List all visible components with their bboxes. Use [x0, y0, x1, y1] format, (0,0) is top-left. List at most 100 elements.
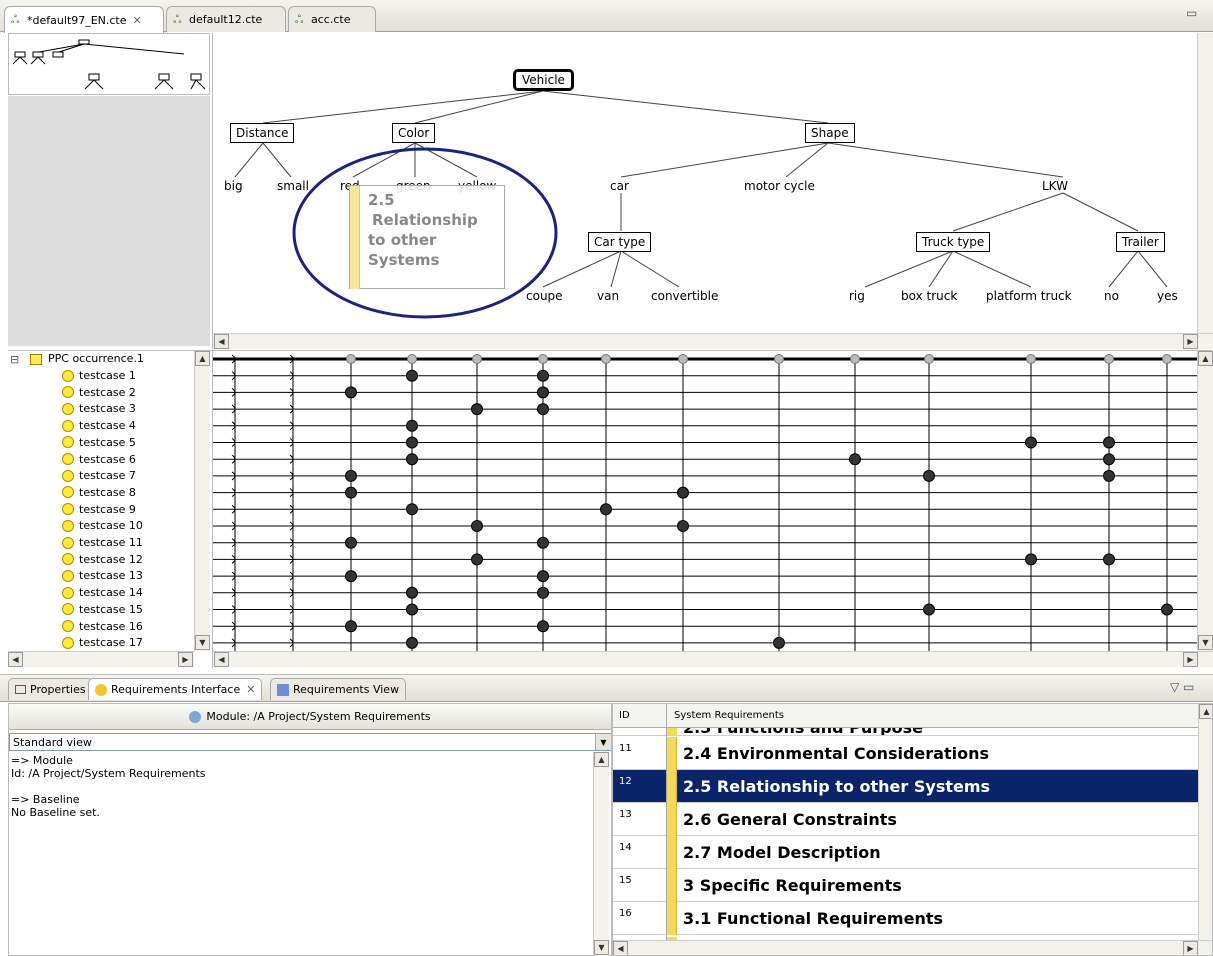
requirement-text: 2.6 General Constraints — [683, 810, 897, 829]
testcase-icon — [62, 586, 74, 599]
scroll-right-icon[interactable]: ▶ — [1183, 334, 1198, 349]
view-menu-icon[interactable]: ▽ ▭ — [1170, 680, 1194, 694]
tab-default12[interactable]: ஃ default12.cte — [166, 6, 286, 32]
requirements-horizontal-scrollbar[interactable]: ◀ ▶ — [613, 940, 1212, 955]
testcase-item[interactable]: testcase 12 — [62, 551, 143, 568]
requirement-row[interactable]: 13 2.6 General Constraints — [613, 803, 1199, 836]
class-platform-truck[interactable]: platform truck — [986, 289, 1072, 303]
class-big[interactable]: big — [224, 179, 243, 193]
tab-requirements-view[interactable]: Requirements View — [270, 678, 407, 700]
scroll-down-icon[interactable]: ▼ — [195, 635, 210, 650]
combination-mark — [1103, 453, 1115, 466]
testcase-item[interactable]: testcase 14 — [62, 584, 143, 601]
scroll-right-icon[interactable]: ▶ — [178, 652, 193, 667]
requirement-row[interactable]: 11 2.4 Environmental Considerations — [613, 737, 1199, 770]
scroll-left-icon[interactable]: ◀ — [214, 334, 229, 349]
testcase-item[interactable]: testcase 6 — [62, 451, 136, 468]
class-box-truck[interactable]: box truck — [901, 289, 957, 303]
testcase-vertical-scrollbar[interactable]: ▲ ▼ — [194, 351, 210, 651]
class-convertible[interactable]: convertible — [651, 289, 718, 303]
testcase-horizontal-scrollbar[interactable]: ◀ ▶ — [8, 651, 194, 667]
scroll-down-icon[interactable]: ▼ — [1198, 635, 1213, 650]
close-icon[interactable]: ✕ — [246, 683, 255, 696]
testcase-item[interactable]: testcase 15 — [62, 601, 143, 618]
collapse-icon[interactable]: ⊟ — [10, 353, 19, 366]
requirement-row[interactable]: 12 2.5 Relationship to other Systems — [613, 770, 1199, 803]
requirement-text: 2.4 Environmental Considerations — [683, 744, 989, 763]
composition-car-type[interactable]: Car type — [588, 232, 652, 252]
tab-properties[interactable]: Properties — [8, 678, 93, 700]
composition-trailer[interactable]: Trailer — [1116, 232, 1165, 252]
tab-default97[interactable]: ஃ *default97_EN.cte ✕ — [4, 6, 164, 33]
requirements-table[interactable]: ID System Requirements 2.3 Functions and… — [612, 703, 1213, 956]
scroll-left-icon[interactable]: ◀ — [8, 652, 23, 667]
testcase-item[interactable]: testcase 4 — [62, 417, 136, 434]
column-requirements-header[interactable]: System Requirements — [668, 704, 1199, 728]
close-icon[interactable]: ✕ — [133, 14, 142, 27]
column-id-header[interactable]: ID — [613, 704, 667, 728]
tree-horizontal-scrollbar[interactable]: ◀ ▶ — [213, 333, 1213, 349]
column-head-marker — [924, 354, 934, 364]
tab-requirements-interface[interactable]: Requirements Interface ✕ — [88, 678, 263, 700]
scroll-left-icon[interactable]: ◀ — [214, 652, 229, 667]
scroll-up-icon[interactable]: ▲ — [1198, 351, 1213, 366]
module-header[interactable]: Module: /A Project/System Requirements — [9, 704, 611, 730]
combination-vertical-scrollbar[interactable]: ▲ ▼ — [1197, 351, 1213, 651]
composition-shape[interactable]: Shape — [805, 123, 855, 143]
scroll-up-icon[interactable]: ▲ — [1199, 704, 1212, 719]
view-select[interactable]: Standard view ▼ — [9, 733, 611, 751]
highlight-ellipse — [292, 147, 558, 319]
combination-mark — [345, 469, 357, 482]
combination-table[interactable]: ▲ ▼ ◀ ▶ — [212, 350, 1213, 668]
class-van[interactable]: van — [597, 289, 619, 303]
testcase-item[interactable]: testcase 10 — [62, 517, 143, 534]
requirement-row[interactable]: 16 3.1 Functional Requirements — [613, 902, 1199, 935]
module-vertical-scrollbar[interactable]: ▲ ▼ — [593, 752, 609, 956]
root-node[interactable]: Vehicle — [513, 69, 574, 91]
testcase-item[interactable]: testcase 5 — [62, 434, 136, 451]
class-car[interactable]: car — [610, 179, 629, 193]
composition-distance[interactable]: Distance — [230, 123, 295, 143]
class-lkw[interactable]: LKW — [1042, 179, 1068, 193]
classification-tree-canvas[interactable]: Vehicle Distance Color Shape Car type Tr… — [212, 33, 1213, 349]
dropdown-arrow-icon[interactable]: ▼ — [595, 734, 611, 750]
requirement-row[interactable]: 14 2.7 Model Description — [613, 836, 1199, 869]
testcase-tree[interactable]: ⊟ PPC occurrence.1 testcase 1 testcase 2t… — [8, 350, 212, 670]
scroll-up-icon[interactable]: ▲ — [594, 752, 609, 767]
combination-mark — [1025, 553, 1037, 566]
testcase-item[interactable]: testcase 3 — [62, 400, 136, 417]
combination-mark — [345, 386, 357, 399]
testcase-item[interactable]: testcase 9 — [62, 501, 136, 518]
requirements-vertical-scrollbar[interactable]: ▲ — [1198, 704, 1212, 940]
class-yes[interactable]: yes — [1157, 289, 1178, 303]
requirement-id: 12 — [619, 776, 632, 787]
scroll-right-icon[interactable]: ▶ — [1183, 941, 1198, 955]
composition-color[interactable]: Color — [392, 123, 436, 143]
class-rig[interactable]: rig — [849, 289, 865, 303]
minimize-icon[interactable]: ▭ — [1186, 6, 1197, 20]
composition-truck-type[interactable]: Truck type — [916, 232, 991, 252]
testcase-item[interactable]: testcase 7 — [62, 467, 136, 484]
testcase-item[interactable]: testcase 16 — [62, 618, 143, 635]
testcase-item[interactable]: testcase 17 — [62, 634, 143, 651]
tab-acc[interactable]: ஃ acc.cte — [288, 6, 376, 32]
testcase-item[interactable]: testcase 1 — [62, 367, 136, 384]
requirement-row[interactable]: 15 3 Specific Requirements — [613, 869, 1199, 902]
class-no[interactable]: no — [1104, 289, 1119, 303]
testcase-item[interactable]: testcase 8 — [62, 484, 136, 501]
testcase-item[interactable]: testcase 13 — [62, 567, 143, 584]
scroll-up-icon[interactable]: ▲ — [195, 351, 210, 366]
testcase-item[interactable]: testcase 2 — [62, 384, 136, 401]
tree-overview[interactable] — [8, 33, 210, 95]
combination-horizontal-scrollbar[interactable]: ◀ ▶ — [213, 651, 1213, 667]
requirement-text: 2.7 Model Description — [683, 843, 881, 862]
class-motor-cycle[interactable]: motor cycle — [744, 179, 815, 193]
testcase-item[interactable]: testcase 11 — [62, 534, 143, 551]
tree-root-label[interactable]: PPC occurrence.1 — [48, 352, 144, 365]
tree-vertical-scrollbar[interactable] — [1197, 33, 1213, 333]
partial-row-top[interactable]: 2.3 Functions and Purpose — [613, 728, 1199, 736]
overview-empty-area — [8, 96, 210, 346]
scroll-right-icon[interactable]: ▶ — [1183, 652, 1198, 667]
scroll-down-icon[interactable]: ▼ — [594, 940, 609, 955]
scroll-left-icon[interactable]: ◀ — [613, 941, 628, 955]
